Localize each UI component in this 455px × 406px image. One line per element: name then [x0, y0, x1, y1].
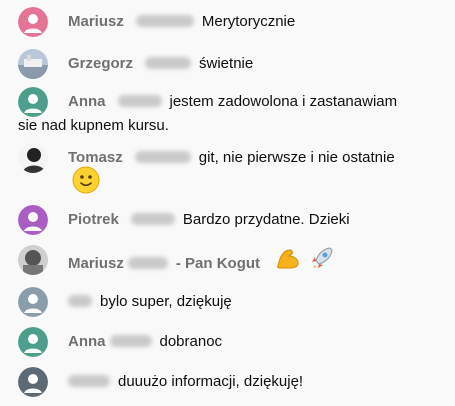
message-line: Grzegorz świetnie	[68, 48, 429, 80]
chat-message: Mariusz Merytorycznie	[0, 6, 455, 38]
user-icon	[18, 327, 48, 357]
chat-message: Piotrek Bardzo przydatne. Dzieki	[0, 204, 455, 236]
avatar[interactable]	[18, 245, 48, 275]
blurred-surname	[127, 257, 168, 269]
blurred-surname	[145, 57, 192, 70]
message-text: git, nie pierwsze i nie ostatnie	[198, 149, 395, 166]
blurred-surname	[134, 151, 191, 164]
message-line: Mariusz Merytorycznie	[68, 6, 429, 38]
message-author[interactable]: Anna	[68, 333, 106, 350]
user-icon	[18, 367, 48, 397]
message-author[interactable]: Grzegorz	[68, 55, 133, 72]
message-line: Piotrek Bardzo przydatne. Dzieki	[68, 204, 429, 236]
message-text: Merytorycznie	[201, 13, 296, 30]
photo-avatar-icon	[18, 49, 48, 79]
message-author[interactable]: Tomasz	[68, 149, 123, 166]
message-line: Mariusz - Pan Kogut	[68, 244, 429, 284]
chat-message: Mariusz - Pan Kogut	[0, 244, 455, 276]
message-text: jestem zadowolona i zastanawiam	[169, 93, 398, 110]
message-author[interactable]: Mariusz	[68, 13, 124, 30]
photo-avatar-icon	[18, 143, 48, 173]
blurred-surname	[130, 213, 175, 226]
user-icon	[18, 205, 48, 235]
blurred-surname	[109, 335, 152, 348]
message-author[interactable]: Piotrek	[68, 211, 119, 228]
avatar[interactable]	[18, 49, 48, 79]
photo-avatar-icon	[18, 245, 48, 275]
chat-message: Anna jestem zadowolona i zastanawiam sie …	[0, 86, 455, 142]
user-icon	[18, 7, 48, 37]
blurred-surname	[135, 15, 194, 28]
avatar[interactable]	[18, 143, 48, 173]
message-text-continuation: sie nad kupnem kursu.	[18, 117, 169, 134]
chat-message: Grzegorz świetnie	[0, 48, 455, 80]
chat-message: duuużo informacji, dziękuję!	[0, 366, 455, 398]
slightly-smiling-face-icon	[72, 166, 100, 194]
live-chat-list: Mariusz Merytorycznie Grzegorz świetnie An…	[0, 0, 455, 406]
message-author[interactable]: Mariusz - Pan Kogut	[68, 255, 260, 272]
message-text: dobranoc	[159, 333, 223, 350]
avatar[interactable]	[18, 287, 48, 317]
flexed-biceps-icon	[274, 244, 302, 284]
blurred-author[interactable]	[68, 295, 92, 308]
chat-message: Tomasz git, nie pierwsze i nie ostatnie	[0, 142, 455, 198]
blurred-author[interactable]	[68, 375, 110, 388]
user-icon	[18, 287, 48, 317]
message-text: Bardzo przydatne. Dzieki	[182, 211, 350, 228]
avatar[interactable]	[18, 327, 48, 357]
rocket-icon	[308, 244, 336, 284]
message-text: duuużo informacji, dziękuję!	[118, 373, 304, 390]
message-line: bylo super, dziękuję	[68, 286, 429, 318]
message-line: duuużo informacji, dziękuję!	[68, 366, 429, 398]
message-text: świetnie	[199, 55, 254, 72]
message-line	[72, 166, 429, 206]
message-line: Anna dobranoc	[68, 326, 429, 358]
blurred-surname	[117, 95, 162, 108]
message-author[interactable]: Anna	[68, 93, 106, 110]
chat-message: Anna dobranoc	[0, 326, 455, 358]
chat-message: bylo super, dziękuję	[0, 286, 455, 318]
message-line: sie nad kupnem kursu.	[18, 110, 429, 142]
message-text: bylo super, dziękuję	[100, 293, 232, 310]
avatar[interactable]	[18, 205, 48, 235]
avatar[interactable]	[18, 367, 48, 397]
avatar[interactable]	[18, 7, 48, 37]
author-suffix: - Pan Kogut	[175, 254, 261, 272]
